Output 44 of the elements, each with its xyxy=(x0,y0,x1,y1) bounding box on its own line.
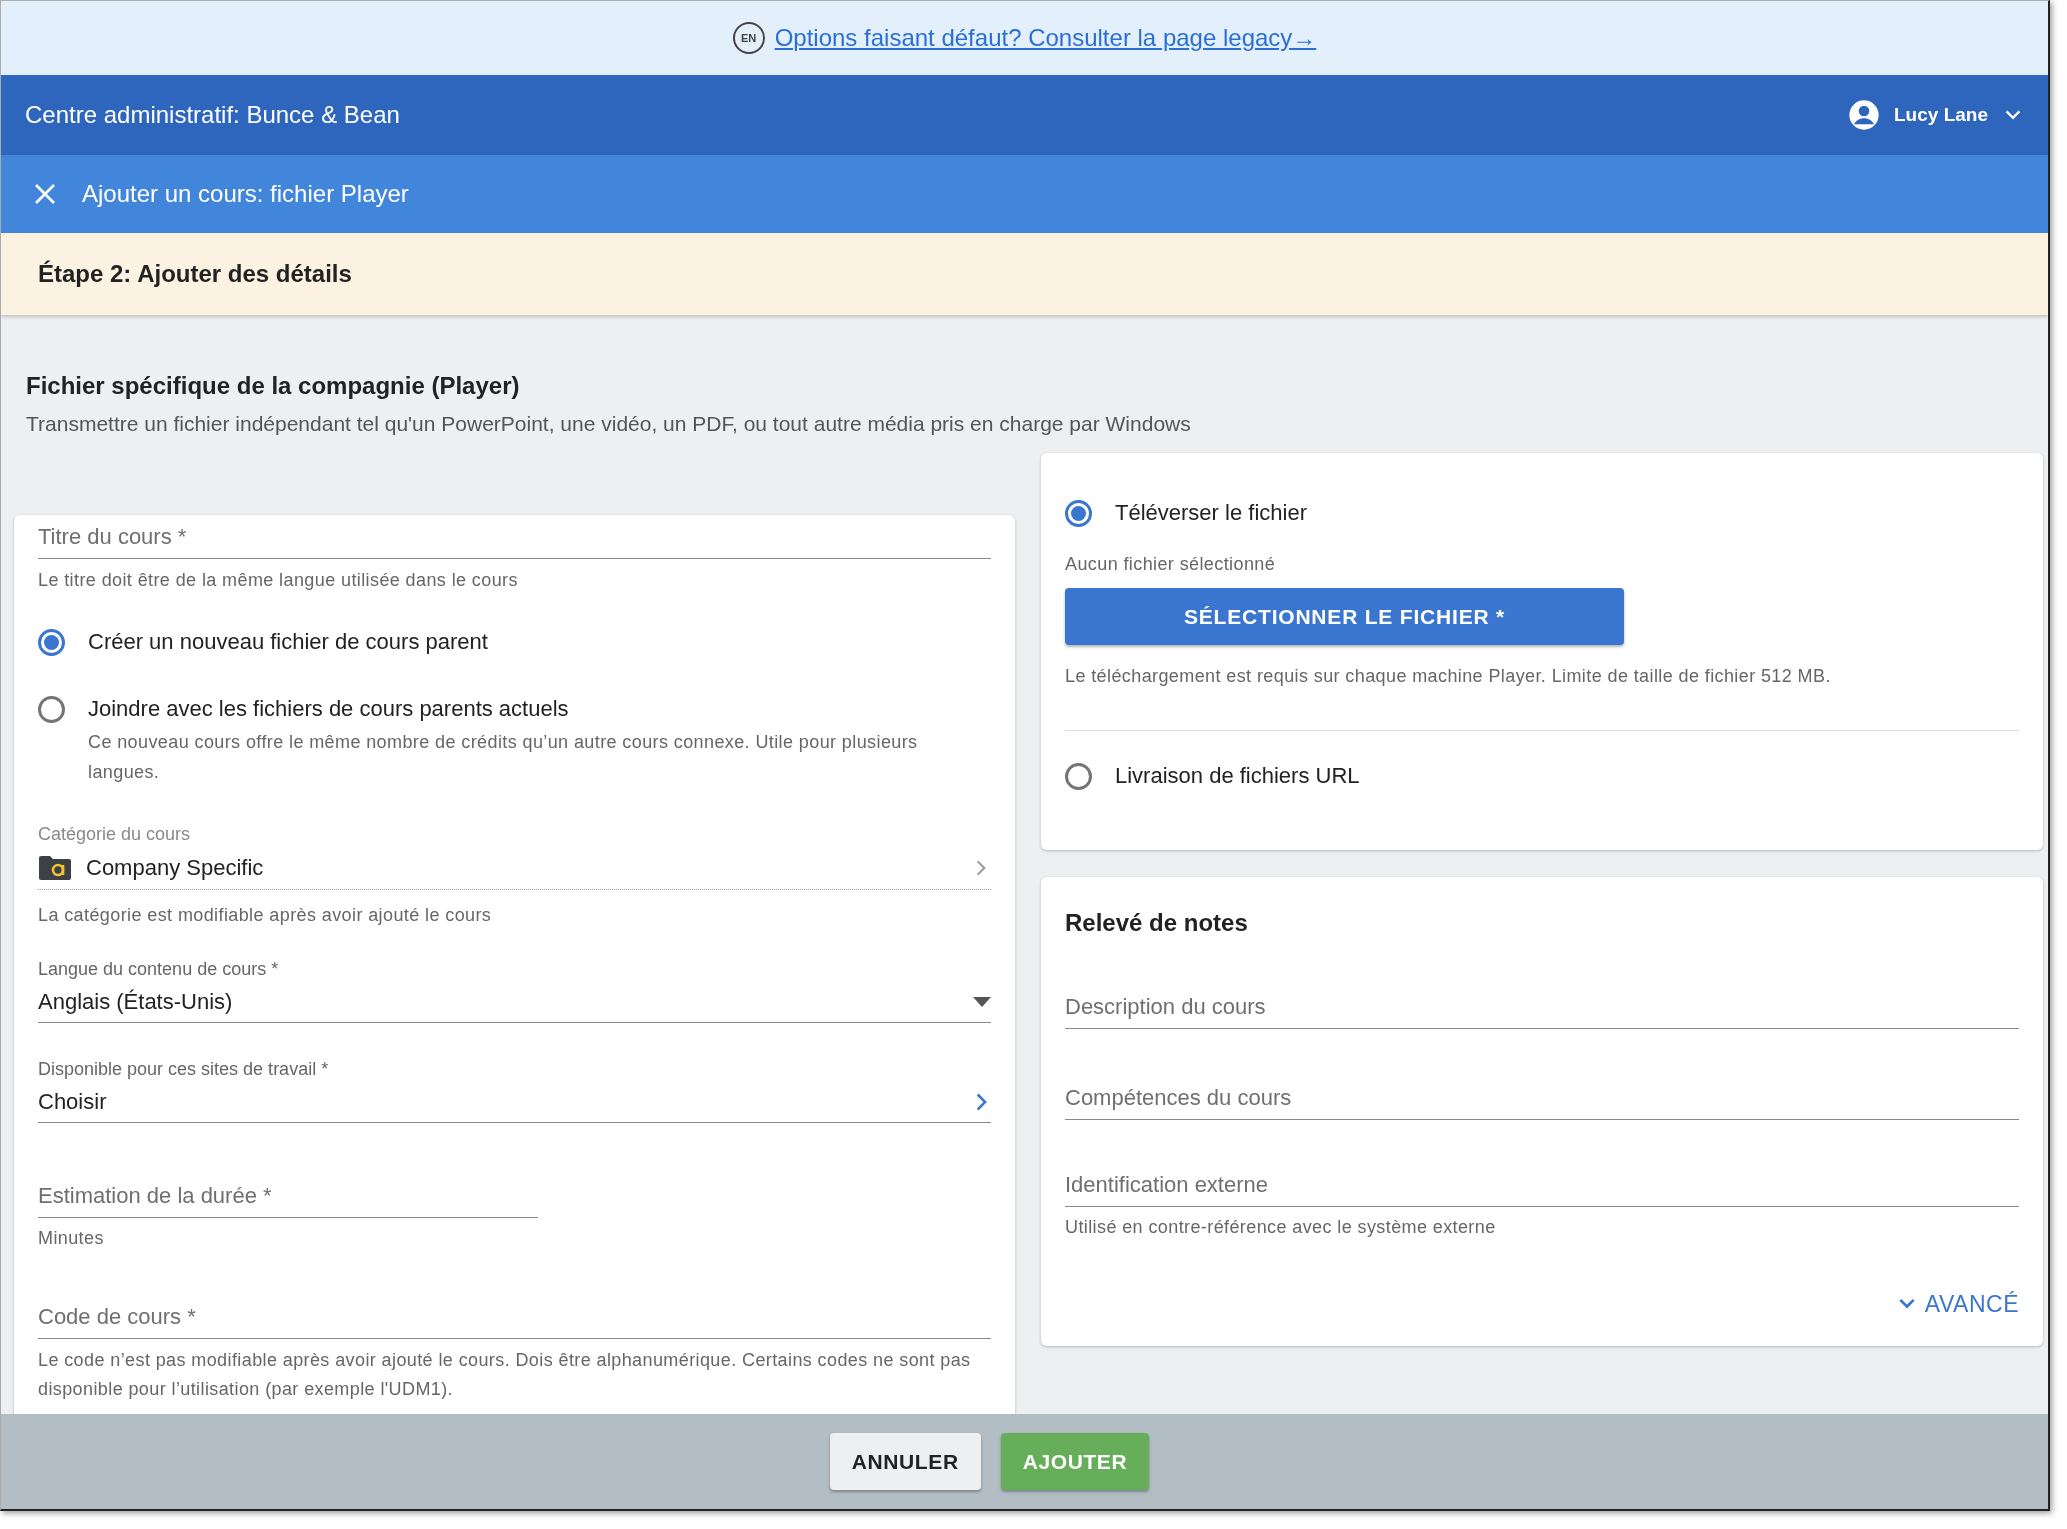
course-title-field[interactable]: Titre du cours * xyxy=(38,515,991,559)
helper-text: Utilisé en contre-référence avec le système externe xyxy=(1065,1216,1497,1238)
legacy-page-link[interactable]: Options faisant défaut? Consulter la page legacy→ xyxy=(774,24,1317,52)
advanced-toggle[interactable]: AVANCÉ xyxy=(1896,1289,2019,1319)
work-sites-picker[interactable]: Choisir xyxy=(38,1081,991,1123)
language-select[interactable]: Anglais (États-Unis) xyxy=(38,981,991,1023)
duration-field[interactable]: Estimation de la durée * xyxy=(38,1174,538,1218)
text-field[interactable]: Description du cours xyxy=(1065,985,2019,1029)
select-file-button[interactable]: SÉLECTIONNER LE FICHIER * xyxy=(1065,588,1624,645)
section-description: Transmettre un fichier indépendant tel qu'un PowerPoint, une vidéo, un PDF, ou tout autre média pris en charge par Windows xyxy=(25,411,1192,437)
dialog-title: Ajouter un cours: fichier Player xyxy=(82,180,409,208)
folder-icon xyxy=(38,854,72,881)
helper-text: Ce nouveau cours offre le même nombre de crédits qu’un autre cours connexe. Utile pour plusieurs langues. xyxy=(88,731,919,784)
option-label: Joindre avec les fichiers de cours parents actuels xyxy=(88,696,569,722)
option-label: Créer un nouveau fichier de cours parent xyxy=(88,629,488,655)
card-title: Relevé de notes xyxy=(1065,908,1249,938)
step-title: Étape 2: Ajouter des détails xyxy=(38,260,352,288)
file-status: Aucun fichier sélectionné xyxy=(1065,553,1277,576)
dropdown-arrow-icon xyxy=(973,996,991,1007)
radio-button[interactable] xyxy=(1065,762,1092,790)
helper-text: Le code n’est pas modifiable après avoir ajouté le cours. Dois être alphanumérique. Certains codes ne sont pas disponible pour l’utilisation (par exemple l'UDM1). xyxy=(38,1349,972,1401)
user-name[interactable]: Lucy Lane xyxy=(1894,104,1988,126)
cancel-button[interactable]: ANNULER xyxy=(829,1433,981,1490)
helper-text: Le téléchargement est requis sur chaque machine Player. Limite de taille de fichier 512 MB. xyxy=(1065,665,1832,688)
text-field[interactable]: Compétences du cours xyxy=(1065,1076,2019,1120)
text-field[interactable]: Identification externe xyxy=(1065,1163,2019,1207)
option-label: Téléverser le fichier xyxy=(1115,500,1307,526)
language-badge: EN xyxy=(732,22,765,54)
field-label: Langue du contenu de cours * xyxy=(38,958,280,981)
option-label: Livraison de fichiers URL xyxy=(1115,763,1360,789)
section-title: Fichier spécifique de la compagnie (Player) xyxy=(25,371,521,401)
field-label: Disponible pour ces sites de travail * xyxy=(38,1058,330,1081)
helper-text: Minutes xyxy=(38,1227,105,1249)
radio-button[interactable] xyxy=(1065,499,1092,527)
user-avatar-icon xyxy=(1848,99,1880,131)
field-label: Catégorie du cours xyxy=(38,823,192,846)
course-code-field[interactable]: Code de cours * xyxy=(38,1295,991,1339)
helper-text: Le titre doit être de la même langue utilisée dans le cours xyxy=(38,569,519,591)
category-picker[interactable]: Company Specific xyxy=(38,846,991,890)
helper-text: La catégorie est modifiable après avoir ajouté le cours xyxy=(38,904,493,927)
radio-button[interactable] xyxy=(38,628,65,656)
close-icon[interactable] xyxy=(33,182,57,206)
radio-button[interactable] xyxy=(38,695,65,723)
app-title: Centre administratif: Bunce & Bean xyxy=(25,101,401,129)
